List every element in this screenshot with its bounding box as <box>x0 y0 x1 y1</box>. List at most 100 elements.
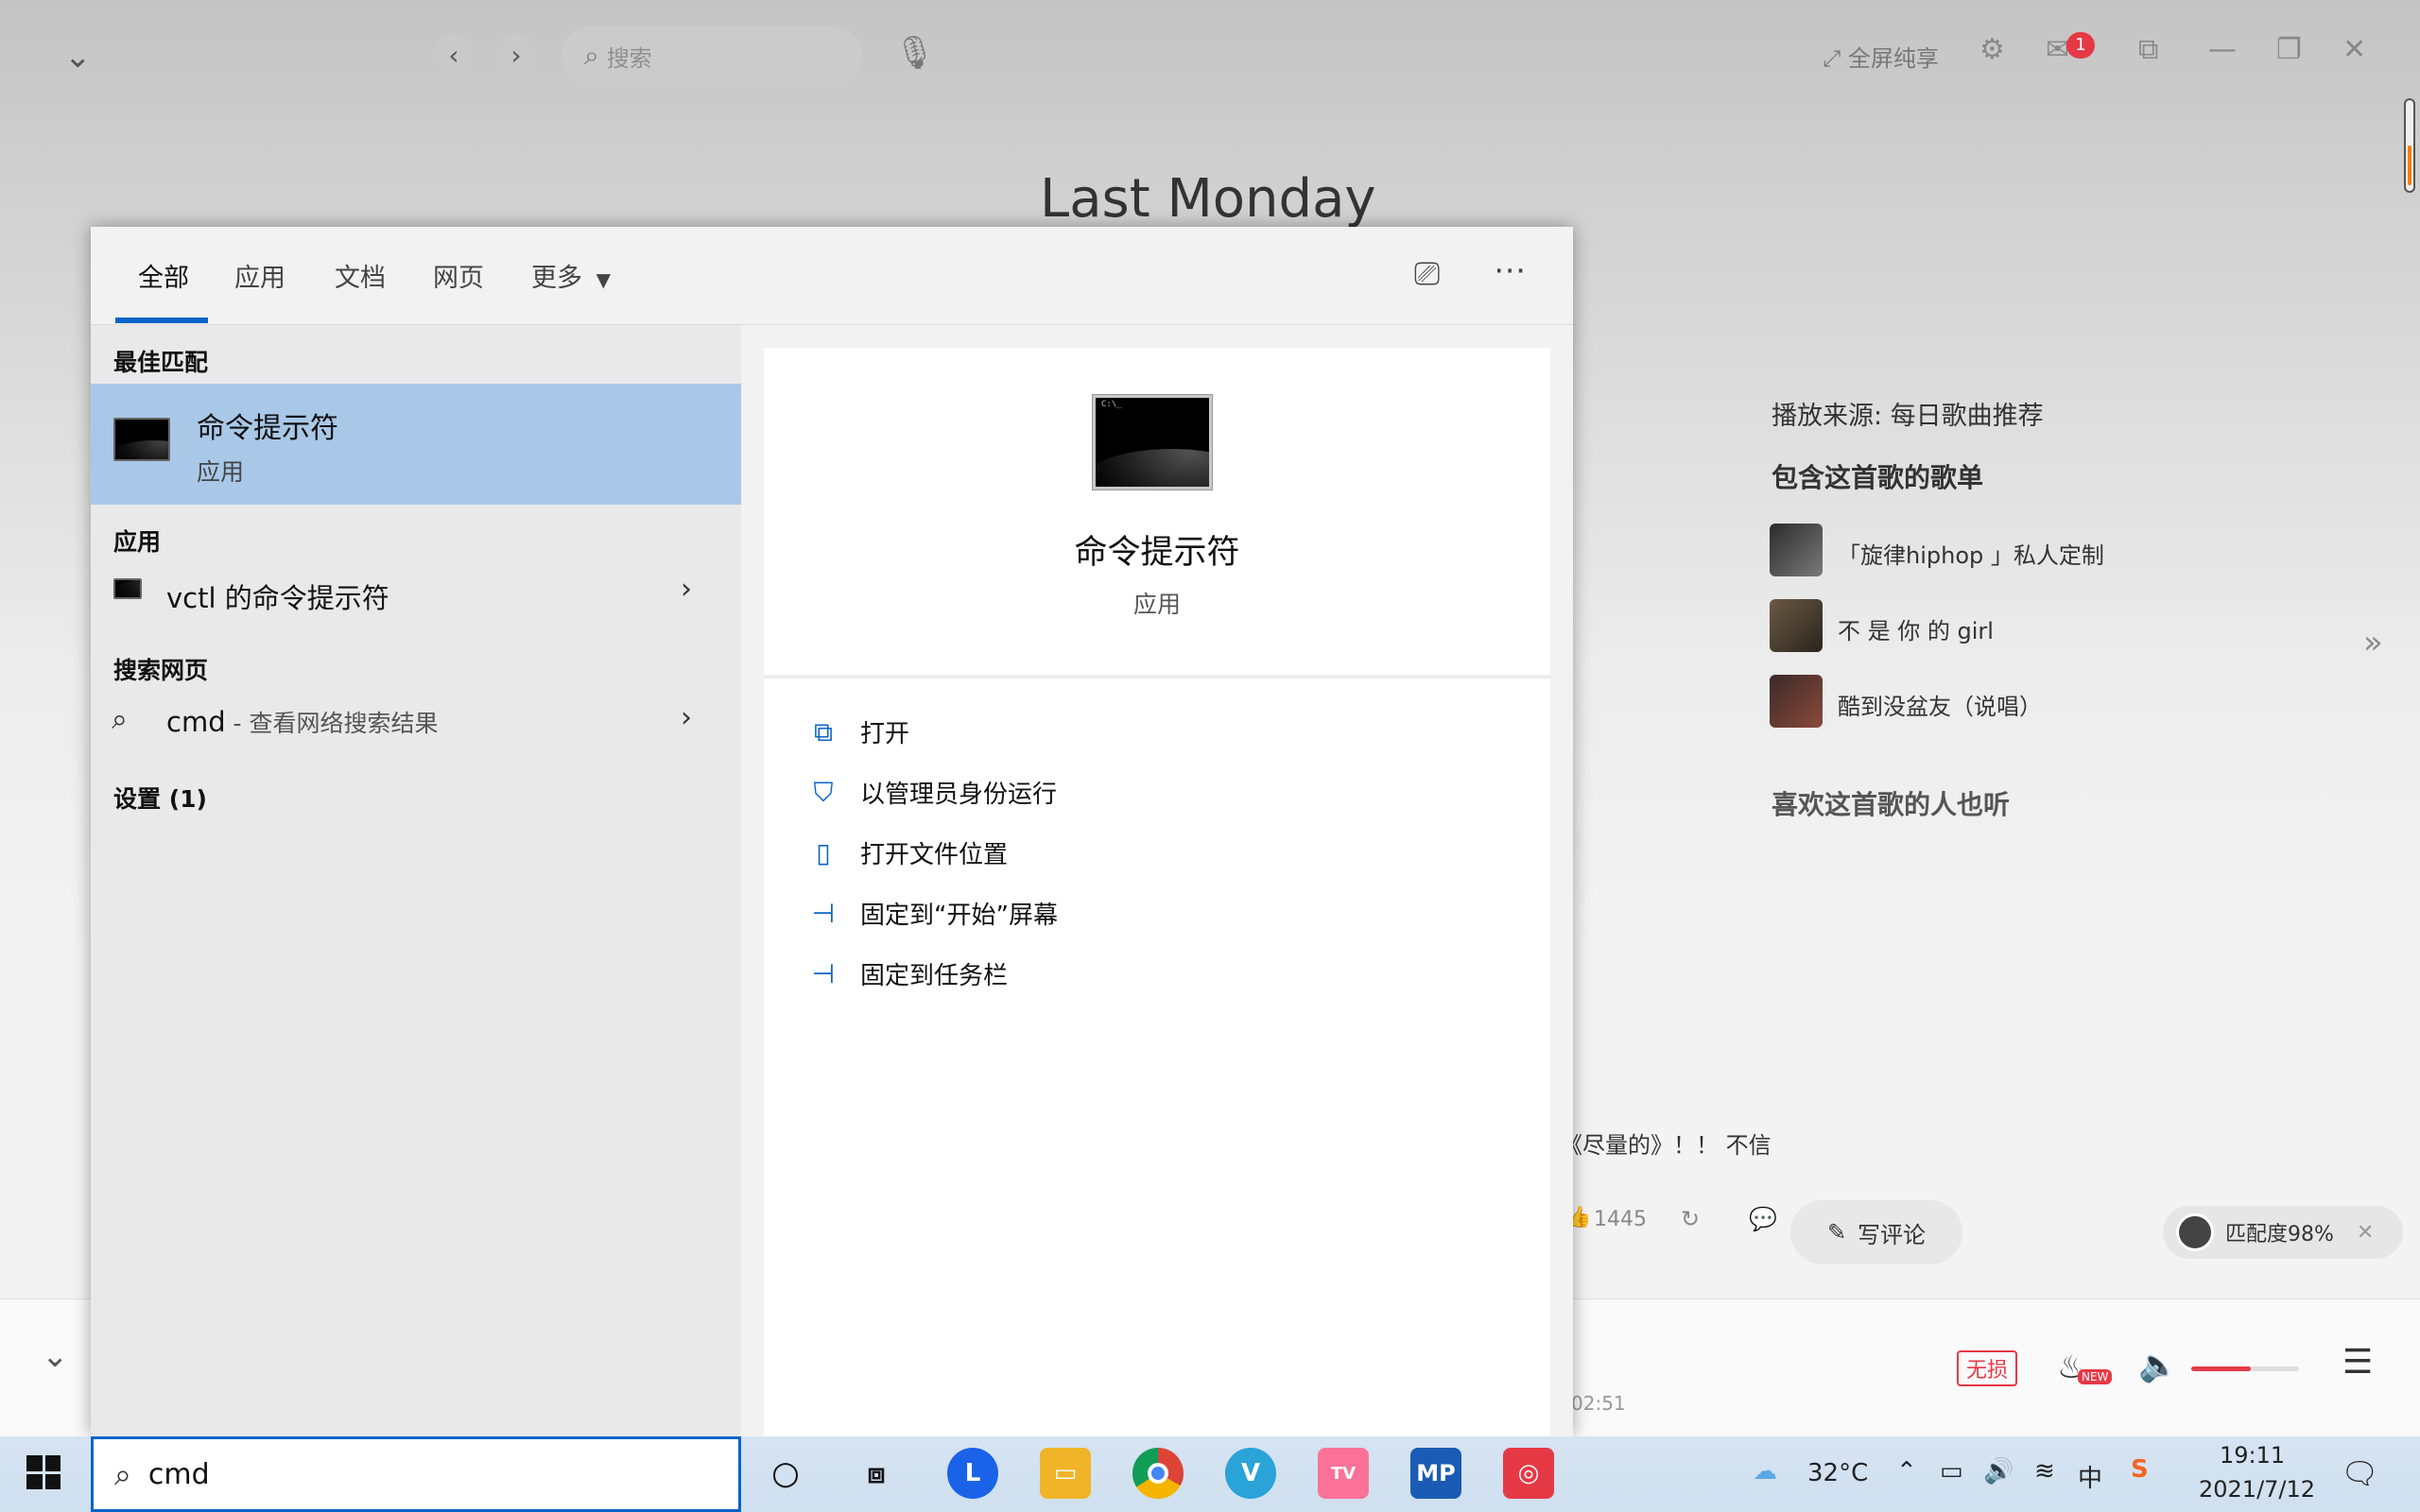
chevron-down-icon: ▼ <box>596 268 611 291</box>
forward-button[interactable]: › <box>495 34 537 76</box>
maximize-icon[interactable]: ❐ <box>2276 36 2302 64</box>
windows-taskbar: ⌕ cmd ○ ⧈ L ▭ V TV MP ◎ ☁ 32°C ⌃ ▭ 🔊 ≋ 中… <box>0 1436 2420 1512</box>
command-prompt-icon <box>113 418 170 461</box>
volume-icon[interactable]: 🔈 <box>2138 1347 2178 1384</box>
web-result-query: cmd <box>166 706 226 738</box>
clock-date[interactable]: 2021/7/12 <box>2199 1476 2315 1503</box>
taskbar-search-input[interactable]: ⌕ cmd <box>91 1436 741 1512</box>
web-result-suffix: - 查看网络搜索结果 <box>225 710 439 737</box>
notification-center-icon[interactable]: 🗨 <box>2341 1455 2379 1491</box>
action-run-as-admin[interactable]: ⛉ 以管理员身份运行 <box>807 775 1057 810</box>
action-pin-to-start[interactable]: ⊣ 固定到“开始”屏幕 <box>807 896 1058 931</box>
feedback-icon[interactable]: ⎚ <box>1414 255 1440 293</box>
comment-text: 《尽量的》！！ 不信 <box>1560 1132 1772 1159</box>
fullscreen-button[interactable]: ⤢ 全屏纯享 <box>1823 40 1939 73</box>
playlist-item[interactable]: 不 是 你 的 girl <box>1838 612 1994 645</box>
best-match-heading: 最佳匹配 <box>113 349 209 376</box>
best-match-result[interactable]: 命令提示符 应用 <box>91 384 741 505</box>
action-open[interactable]: ⧉ 打开 <box>807 714 909 749</box>
vmware-icon[interactable]: V <box>1225 1448 1276 1499</box>
action-pin-to-start-label: 固定到“开始”屏幕 <box>860 902 1058 930</box>
netease-music-icon[interactable]: ◎ <box>1503 1448 1554 1499</box>
bilibili-icon[interactable]: TV <box>1318 1448 1369 1499</box>
playlist-item[interactable]: 酷到没盆友（说唱） <box>1838 688 2042 721</box>
ime-indicator[interactable]: 中 <box>2078 1459 2102 1494</box>
mp-app-icon[interactable]: MP <box>1410 1448 1461 1499</box>
settings-heading[interactable]: 设置 (1) <box>113 781 207 815</box>
tab-web[interactable]: 网页 <box>433 257 484 294</box>
mail-icon[interactable]: ✉ <box>2046 36 2069 64</box>
mini-mode-icon[interactable]: ⧉ <box>2138 36 2158 64</box>
tab-apps[interactable]: 应用 <box>234 257 285 294</box>
volume-slider[interactable] <box>2191 1366 2299 1371</box>
task-view-icon[interactable]: ⧈ <box>851 1448 902 1499</box>
lossless-quality-button[interactable]: 无损 <box>1957 1350 2017 1386</box>
show-hidden-icons[interactable]: ⌃ <box>1896 1457 1917 1486</box>
web-result-text: cmd - 查看网络搜索结果 <box>166 705 439 739</box>
like-count: 1445 <box>1594 1208 1647 1231</box>
collapse-player-icon[interactable]: ⌄ <box>42 1337 69 1375</box>
share-icon[interactable]: ↻ <box>1681 1206 1700 1232</box>
wifi-icon[interactable]: ≋ <box>2034 1457 2055 1486</box>
playlist-thumbnail[interactable] <box>1770 675 1823 728</box>
comment-icon[interactable]: 💬 <box>1749 1206 1777 1232</box>
playlist-thumbnail[interactable] <box>1770 599 1823 652</box>
expand-sidebar-icon[interactable]: » <box>2363 624 2383 662</box>
collapse-chevron-icon[interactable]: ⌄ <box>64 38 92 76</box>
detail-header: 命令提示符 应用 <box>764 348 1550 679</box>
shield-icon: ⛉ <box>813 776 834 808</box>
playlist-item[interactable]: 「旋律hiphop 」私人定制 <box>1838 537 2104 570</box>
chevron-right-icon[interactable]: › <box>681 573 692 606</box>
minimize-icon[interactable]: — <box>2208 36 2237 64</box>
best-match-title: 命令提示符 <box>197 412 338 445</box>
app-result-row[interactable]: vctl 的命令提示符 › <box>91 565 741 622</box>
detail-subtitle: 应用 <box>1132 591 1181 618</box>
tab-all[interactable]: 全部 <box>138 257 189 294</box>
search-icon: ⌕ <box>112 703 128 736</box>
cortana-icon[interactable]: ○ <box>760 1448 811 1499</box>
tab-documents[interactable]: 文档 <box>335 257 386 294</box>
fullscreen-label: 全屏纯享 <box>1847 45 1939 72</box>
command-prompt-icon <box>1093 395 1212 490</box>
chevron-right-icon[interactable]: › <box>681 701 692 734</box>
music-search-input[interactable]: ⌕ 搜索 <box>562 26 862 85</box>
more-options-icon[interactable]: ⋯ <box>1494 251 1528 289</box>
web-result-row[interactable]: ⌕ cmd - 查看网络搜索结果 › <box>91 694 741 750</box>
battery-icon[interactable]: ▭ <box>1940 1457 1963 1486</box>
windows-search-panel: 全部 应用 文档 网页 更多 ▼ ⎚ ⋯ 最佳匹配 命令提示符 应用 应用 vc… <box>91 227 1573 1436</box>
search-icon: ⌕ <box>584 40 599 71</box>
match-rate-pill[interactable]: 匹配度98% ✕ <box>2163 1206 2403 1259</box>
command-prompt-icon <box>113 578 142 599</box>
action-pin-to-taskbar[interactable]: ⊣ 固定到任务栏 <box>807 956 1008 991</box>
also-liked-heading: 喜欢这首歌的人也听 <box>1772 789 2011 820</box>
apps-heading: 应用 <box>113 528 162 556</box>
volume-icon[interactable]: 🔊 <box>1983 1457 2014 1486</box>
search-placeholder: 搜索 <box>606 44 652 72</box>
mail-badge: 1 <box>2066 32 2095 59</box>
fullscreen-icon: ⤢ <box>1823 45 1841 72</box>
playlist-thumbnail[interactable] <box>1770 524 1823 576</box>
open-icon: ⧉ <box>814 715 833 747</box>
weather-icon[interactable]: ☁ <box>1753 1457 1777 1486</box>
chrome-icon[interactable] <box>1132 1448 1184 1499</box>
action-open-label: 打开 <box>860 720 910 748</box>
sogou-ime-icon[interactable]: S <box>2131 1455 2149 1484</box>
action-open-file-location[interactable]: ▯ 打开文件位置 <box>807 835 1008 870</box>
settings-gear-icon[interactable]: ⚙ <box>1979 36 2005 64</box>
write-comment-label: 写评论 <box>1858 1221 1927 1248</box>
close-icon[interactable]: ✕ <box>2357 1221 2374 1245</box>
back-button[interactable]: ‹ <box>433 34 475 76</box>
tab-more[interactable]: 更多 ▼ <box>531 257 611 294</box>
lark-app-icon[interactable]: L <box>947 1448 998 1499</box>
taskbar-search-value: cmd <box>147 1457 210 1491</box>
weather-temperature[interactable]: 32°C <box>1807 1459 1868 1487</box>
file-explorer-icon[interactable]: ▭ <box>1040 1448 1091 1499</box>
windows-start-icon[interactable] <box>26 1455 60 1489</box>
voice-search-icon[interactable]: 🎙 <box>894 34 935 72</box>
playlist-queue-icon[interactable]: ☰ <box>2342 1343 2373 1382</box>
close-icon[interactable]: ✕ <box>2342 36 2366 64</box>
write-comment-button[interactable]: ✎ 写评论 <box>1790 1200 1962 1264</box>
pin-icon: ⊣ <box>811 898 836 929</box>
clock-time[interactable]: 19:11 <box>2220 1442 2285 1469</box>
page-scrollbar[interactable] <box>2404 98 2415 193</box>
